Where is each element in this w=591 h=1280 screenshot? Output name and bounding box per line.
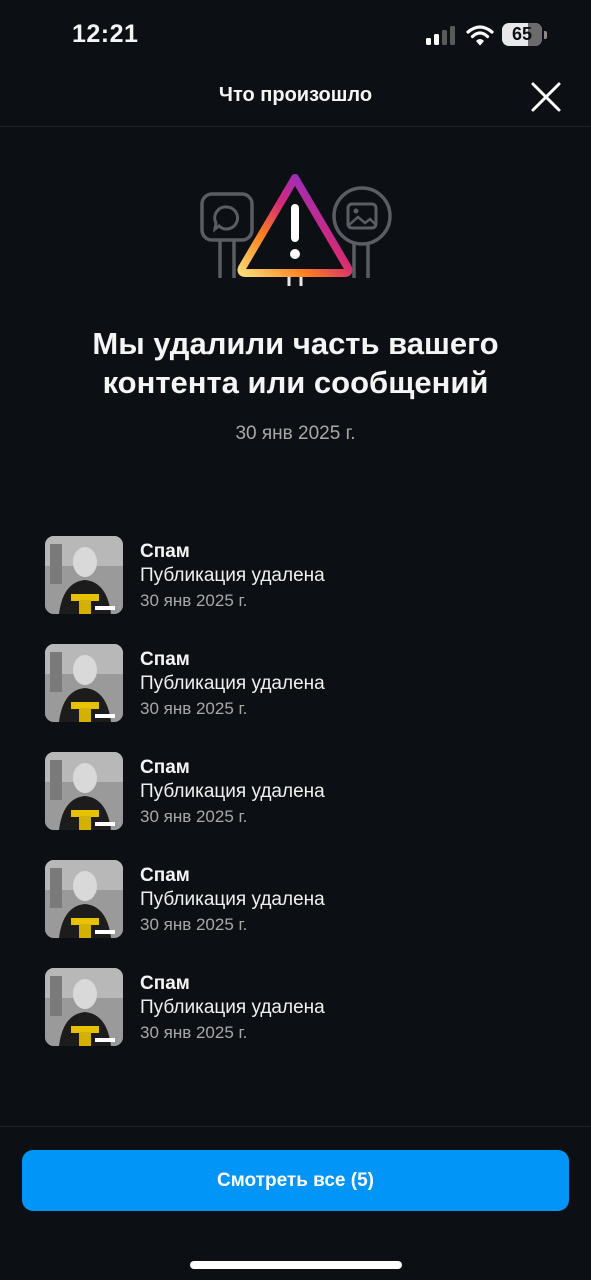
battery-level: 65 [511, 24, 533, 44]
headline-date: 30 янв 2025 г. [235, 423, 356, 444]
item-reason: Спам [140, 757, 190, 778]
item-date: 30 янв 2025 г. [140, 699, 248, 718]
post-thumbnail [45, 860, 123, 938]
post-thumbnail [45, 968, 123, 1046]
footer-divider [0, 1126, 591, 1127]
status-time: 12:21 [72, 20, 139, 48]
close-icon[interactable] [529, 80, 563, 114]
item-date: 30 янв 2025 г. [140, 807, 248, 826]
item-status: Публикация удалена [140, 565, 325, 586]
list-item[interactable]: Спам Публикация удалена 30 янв 2025 г. [45, 752, 545, 832]
item-status: Публикация удалена [140, 673, 325, 694]
page-title: Что произошло [218, 84, 373, 106]
item-date: 30 янв 2025 г. [140, 591, 248, 610]
item-reason: Спам [140, 649, 190, 670]
list-item[interactable]: Спам Публикация удалена 30 янв 2025 г. [45, 536, 545, 616]
item-status: Публикация удалена [140, 889, 325, 910]
warning-illustration [200, 174, 392, 286]
headline-title: Мы удалили часть вашего контента или соо… [92, 326, 499, 400]
status-bar: 12:21 65 [0, 0, 591, 70]
item-reason: Спам [140, 541, 190, 562]
list-item[interactable]: Спам Публикация удалена 30 янв 2025 г. [45, 860, 545, 940]
cellular-signal-icon [426, 26, 455, 45]
post-thumbnail [45, 644, 123, 722]
item-status: Публикация удалена [140, 997, 325, 1018]
item-date: 30 янв 2025 г. [140, 915, 248, 934]
header: Что произошло [0, 70, 591, 127]
item-status: Публикация удалена [140, 781, 325, 802]
item-reason: Спам [140, 865, 190, 886]
item-reason: Спам [140, 973, 190, 994]
list-item[interactable]: Спам Публикация удалена 30 янв 2025 г. [45, 644, 545, 724]
post-thumbnail [45, 536, 123, 614]
list-item[interactable]: Спам Публикация удалена 30 янв 2025 г. [45, 968, 545, 1048]
view-all-button[interactable]: Смотреть все (5) [22, 1150, 569, 1211]
battery-icon: 65 [502, 23, 548, 47]
home-indicator[interactable] [190, 1261, 402, 1269]
post-thumbnail [45, 752, 123, 830]
wifi-icon [466, 25, 494, 46]
item-date: 30 янв 2025 г. [140, 1023, 248, 1042]
screen: 12:21 65 Что произошло Мы удалили часть … [0, 0, 591, 1280]
